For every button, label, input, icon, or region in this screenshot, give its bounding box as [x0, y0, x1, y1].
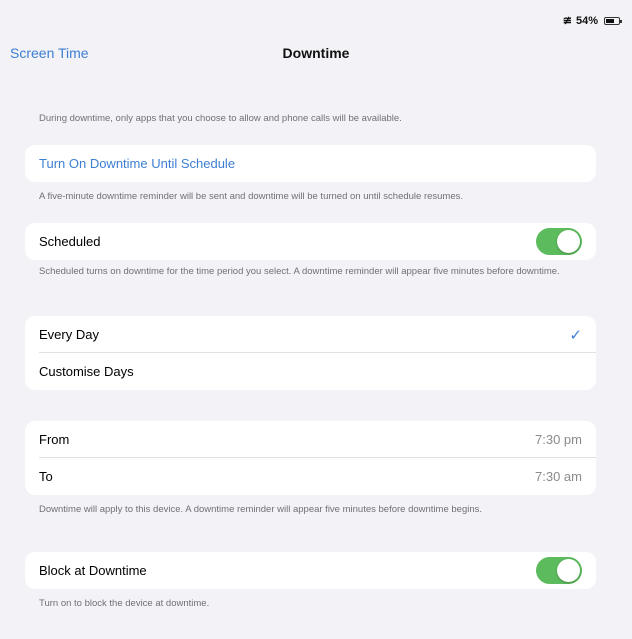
from-label: From [39, 432, 70, 447]
from-row[interactable]: From 7:30 pm [25, 421, 596, 458]
scheduled-row: Scheduled [25, 223, 596, 260]
intro-text: During downtime, only apps that you choo… [39, 113, 402, 124]
customise-days-label: Customise Days [39, 364, 134, 379]
turn-on-downtime-label: Turn On Downtime Until Schedule [39, 156, 236, 171]
scheduled-toggle[interactable] [536, 228, 582, 255]
turn-on-footer: A five-minute downtime reminder will be … [39, 191, 464, 202]
checkmark-icon: ✓ [569, 326, 582, 344]
block-toggle[interactable] [536, 557, 582, 584]
day-options-group: Every Day ✓ Customise Days [25, 316, 596, 390]
block-group: Block at Downtime [25, 552, 596, 589]
block-footer: Turn on to block the device at downtime. [39, 598, 210, 609]
to-row[interactable]: To 7:30 am [25, 458, 596, 495]
option-every-day[interactable]: Every Day ✓ [25, 316, 596, 353]
scheduled-label: Scheduled [39, 234, 101, 249]
time-footer: Downtime will apply to this device. A do… [39, 504, 483, 515]
option-customise-days[interactable]: Customise Days [25, 353, 596, 390]
every-day-label: Every Day [39, 327, 99, 342]
time-group: From 7:30 pm To 7:30 am [25, 421, 596, 495]
block-label: Block at Downtime [39, 563, 147, 578]
to-value: 7:30 am [535, 469, 582, 484]
block-row: Block at Downtime [25, 552, 596, 589]
scheduled-group: Scheduled [25, 223, 596, 260]
status-bar: ≇ 54% [562, 14, 622, 27]
to-label: To [39, 469, 53, 484]
wifi-icon: ≇ [562, 15, 572, 27]
turn-on-group: Turn On Downtime Until Schedule [25, 145, 596, 182]
scheduled-footer: Scheduled turns on downtime for the time… [39, 266, 560, 277]
turn-on-downtime-button[interactable]: Turn On Downtime Until Schedule [25, 145, 596, 182]
battery-percentage: 54% [575, 14, 598, 27]
battery-icon [604, 16, 622, 25]
page-title: Downtime [282, 45, 350, 61]
from-value: 7:30 pm [535, 432, 582, 447]
